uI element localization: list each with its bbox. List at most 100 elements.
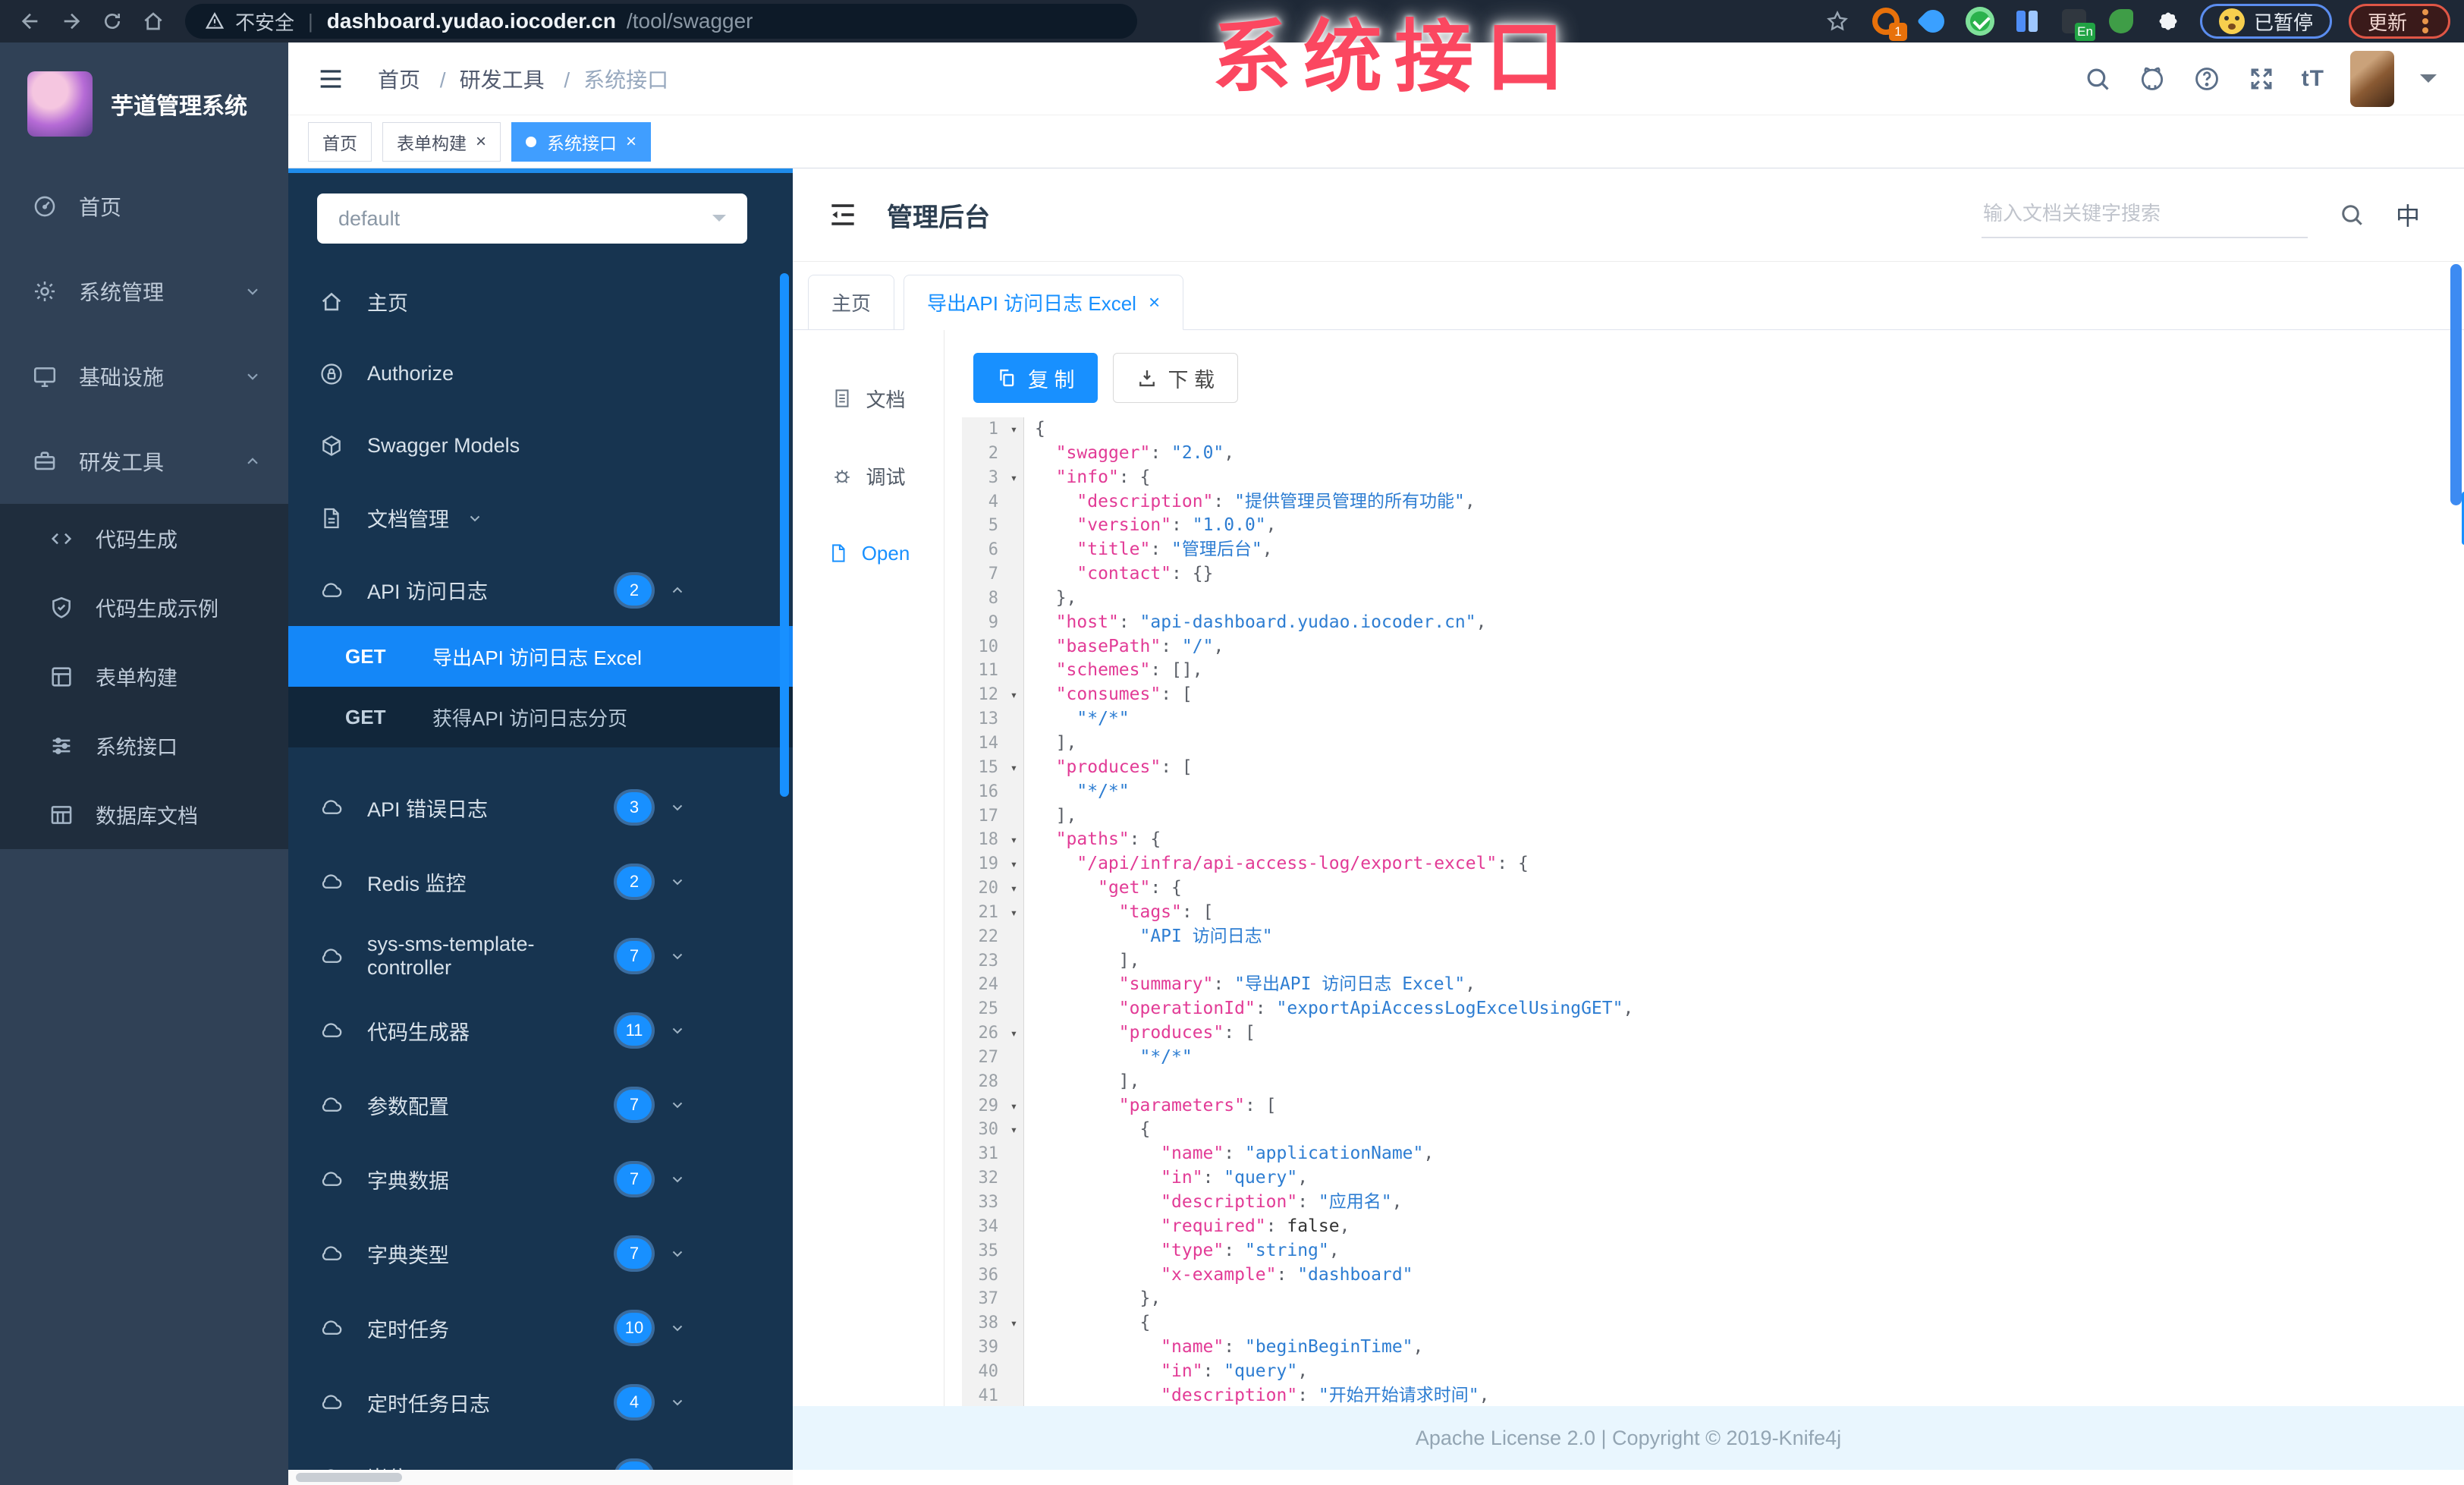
controller-item[interactable]: API 错误日志 3 (288, 770, 793, 845)
line-number: 24 (962, 973, 1004, 998)
doc-search-input[interactable]: 输入文档关键字搜索 (1981, 192, 2308, 238)
swagger-nav-item[interactable]: 文档管理 (288, 482, 793, 554)
controller-item[interactable]: 参数配置 7 (288, 1068, 793, 1142)
controller-label: 参数配置 (367, 1095, 449, 1118)
controller-item[interactable]: sys-sms-template-controller 7 (288, 919, 793, 993)
controller-item[interactable]: Redis 监控 2 (288, 845, 793, 919)
sidebar-item[interactable]: 代码生成 (0, 504, 288, 573)
collapse-menu-icon[interactable] (826, 198, 860, 231)
sidebar-item[interactable]: 代码生成示例 (0, 573, 288, 642)
browser-extension-icon[interactable] (2153, 6, 2183, 36)
operation-item[interactable]: GET 导出API 访问日志 Excel (288, 626, 793, 687)
chevdown-icon (243, 282, 262, 301)
mini-nav-item[interactable]: 调试 (793, 449, 944, 502)
browser-extension-icon[interactable] (2012, 6, 2042, 36)
paused-pill[interactable]: 已暂停 (2199, 4, 2332, 39)
swagger-nav-item[interactable]: Swagger Models (288, 410, 793, 482)
operation-item[interactable]: GET 获得API 访问日志分页 (288, 687, 793, 747)
fold-icon[interactable]: ▾ (1004, 683, 1024, 708)
chevron-down-icon[interactable] (2420, 74, 2437, 91)
tag-item[interactable]: 表单构建 × (382, 121, 501, 162)
update-button[interactable]: 更新 (2348, 4, 2450, 39)
controller-item[interactable]: 字典类型 7 (288, 1216, 793, 1291)
back-icon[interactable] (14, 5, 47, 38)
horizontal-scrollbar[interactable] (288, 1470, 793, 1485)
browser-extension-icon[interactable]: 1 (1871, 6, 1907, 41)
fold-gutter (1004, 1359, 1024, 1384)
fold-gutter (1004, 441, 1024, 466)
chevdown-icon (668, 1021, 687, 1040)
url-bar[interactable]: 不安全 | dashboard.yudao.iocoder.cn /tool/s… (185, 4, 1137, 39)
browser-extension-icon[interactable] (2106, 6, 2136, 36)
doc-search-icon[interactable] (2338, 201, 2365, 228)
controller-item[interactable]: 定时任务 10 (288, 1291, 793, 1365)
sidebar-item[interactable]: 表单构建 (0, 642, 288, 711)
fold-gutter (1004, 1191, 1024, 1215)
fold-icon[interactable]: ▾ (1004, 828, 1024, 853)
breadcrumb-item[interactable]: 研发工具 / (460, 64, 584, 94)
sidebar-item[interactable]: 系统管理 (0, 249, 288, 334)
app-logo-row[interactable]: 芋道管理系统 (0, 42, 288, 149)
help-icon[interactable] (2192, 64, 2221, 93)
controller-item[interactable]: 定时任务日志 4 (288, 1365, 793, 1439)
home-icon[interactable] (137, 5, 170, 38)
browser-extension-icon[interactable] (1918, 6, 1948, 36)
code-line: 27 "*/*" (962, 1045, 2444, 1070)
fold-icon[interactable]: ▾ (1004, 852, 1024, 877)
download-button[interactable]: 下 载 (1112, 353, 1239, 403)
avatar[interactable] (2350, 50, 2394, 107)
sidebar-scrollbar-thumb[interactable] (780, 273, 789, 797)
copy-button[interactable]: 复 制 (973, 353, 1098, 403)
fold-icon[interactable]: ▾ (1004, 465, 1024, 490)
search-icon[interactable] (2083, 64, 2112, 93)
hscroll-thumb[interactable] (296, 1473, 402, 1482)
group-select[interactable]: default (317, 193, 747, 244)
browser-menu-icon[interactable] (2422, 18, 2428, 24)
swagger-nav-item[interactable]: Authorize (288, 338, 793, 410)
language-icon[interactable]: 中 (2396, 197, 2420, 232)
font-size-icon[interactable]: tT (2302, 66, 2324, 92)
fold-icon[interactable]: ▾ (1004, 417, 1024, 442)
sidebar-item[interactable]: 基础设施 (0, 334, 288, 419)
bookmark-star-icon[interactable] (1821, 5, 1854, 38)
tag-item[interactable]: 首页 (308, 121, 372, 162)
fold-icon[interactable]: ▾ (1004, 755, 1024, 780)
fold-icon[interactable]: ▾ (1004, 900, 1024, 925)
fold-icon[interactable]: ▾ (1004, 1311, 1024, 1336)
fold-icon[interactable]: ▾ (1004, 1093, 1024, 1118)
fold-gutter (1004, 731, 1024, 756)
breadcrumb-item[interactable]: 首页 / (378, 64, 460, 94)
sidebar-item[interactable]: 系统接口 (0, 711, 288, 780)
json-editor[interactable]: 1 ▾{2 "swagger": "2.0", 3 ▾ "info": {4 "des… (962, 417, 2444, 1406)
fullscreen-icon[interactable] (2247, 64, 2276, 93)
controller-item[interactable]: 字典数据 7 (288, 1142, 793, 1216)
swagger-nav-item[interactable]: API 访问日志 2 (288, 554, 793, 626)
tag-close-icon[interactable]: × (476, 132, 486, 151)
code-text: "x-example": "dashboard" (1161, 1264, 1413, 1285)
fold-icon[interactable]: ▾ (1004, 1021, 1024, 1046)
sidebar-item[interactable]: 首页 (0, 164, 288, 249)
sidebar-item[interactable]: 研发工具 (0, 419, 288, 504)
fold-icon[interactable]: ▾ (1004, 1118, 1024, 1143)
tag-item[interactable]: 系统接口 × (511, 121, 652, 162)
doc-tab[interactable]: 导出API 访问日志 Excel × (904, 275, 1184, 330)
breadcrumb-item[interactable]: 系统接口 (583, 64, 668, 94)
fold-icon[interactable]: ▾ (1004, 876, 1024, 901)
page-scrollbar-thumb[interactable] (2450, 264, 2462, 505)
mini-nav-item[interactable]: Open (793, 527, 944, 580)
doc-tab[interactable]: 主页 (808, 275, 895, 330)
tab-close-icon[interactable]: × (1149, 291, 1160, 314)
browser-extension-icon[interactable]: En (2059, 6, 2095, 41)
browser-extension-icon[interactable] (1965, 6, 1995, 36)
swagger-nav-item[interactable]: 主页 (288, 266, 793, 338)
sidebar-item[interactable]: 数据库文档 (0, 780, 288, 849)
header-actions: tT (2083, 50, 2437, 107)
reload-icon[interactable] (96, 5, 129, 38)
hamburger-icon[interactable] (316, 64, 346, 94)
mini-nav-item[interactable]: 文档 (793, 372, 944, 425)
tag-close-icon[interactable]: × (626, 132, 636, 151)
chevup-icon (668, 581, 687, 599)
forward-icon[interactable] (55, 5, 88, 38)
controller-item[interactable]: 代码生成器 11 (288, 993, 793, 1068)
github-icon[interactable] (2138, 64, 2167, 93)
